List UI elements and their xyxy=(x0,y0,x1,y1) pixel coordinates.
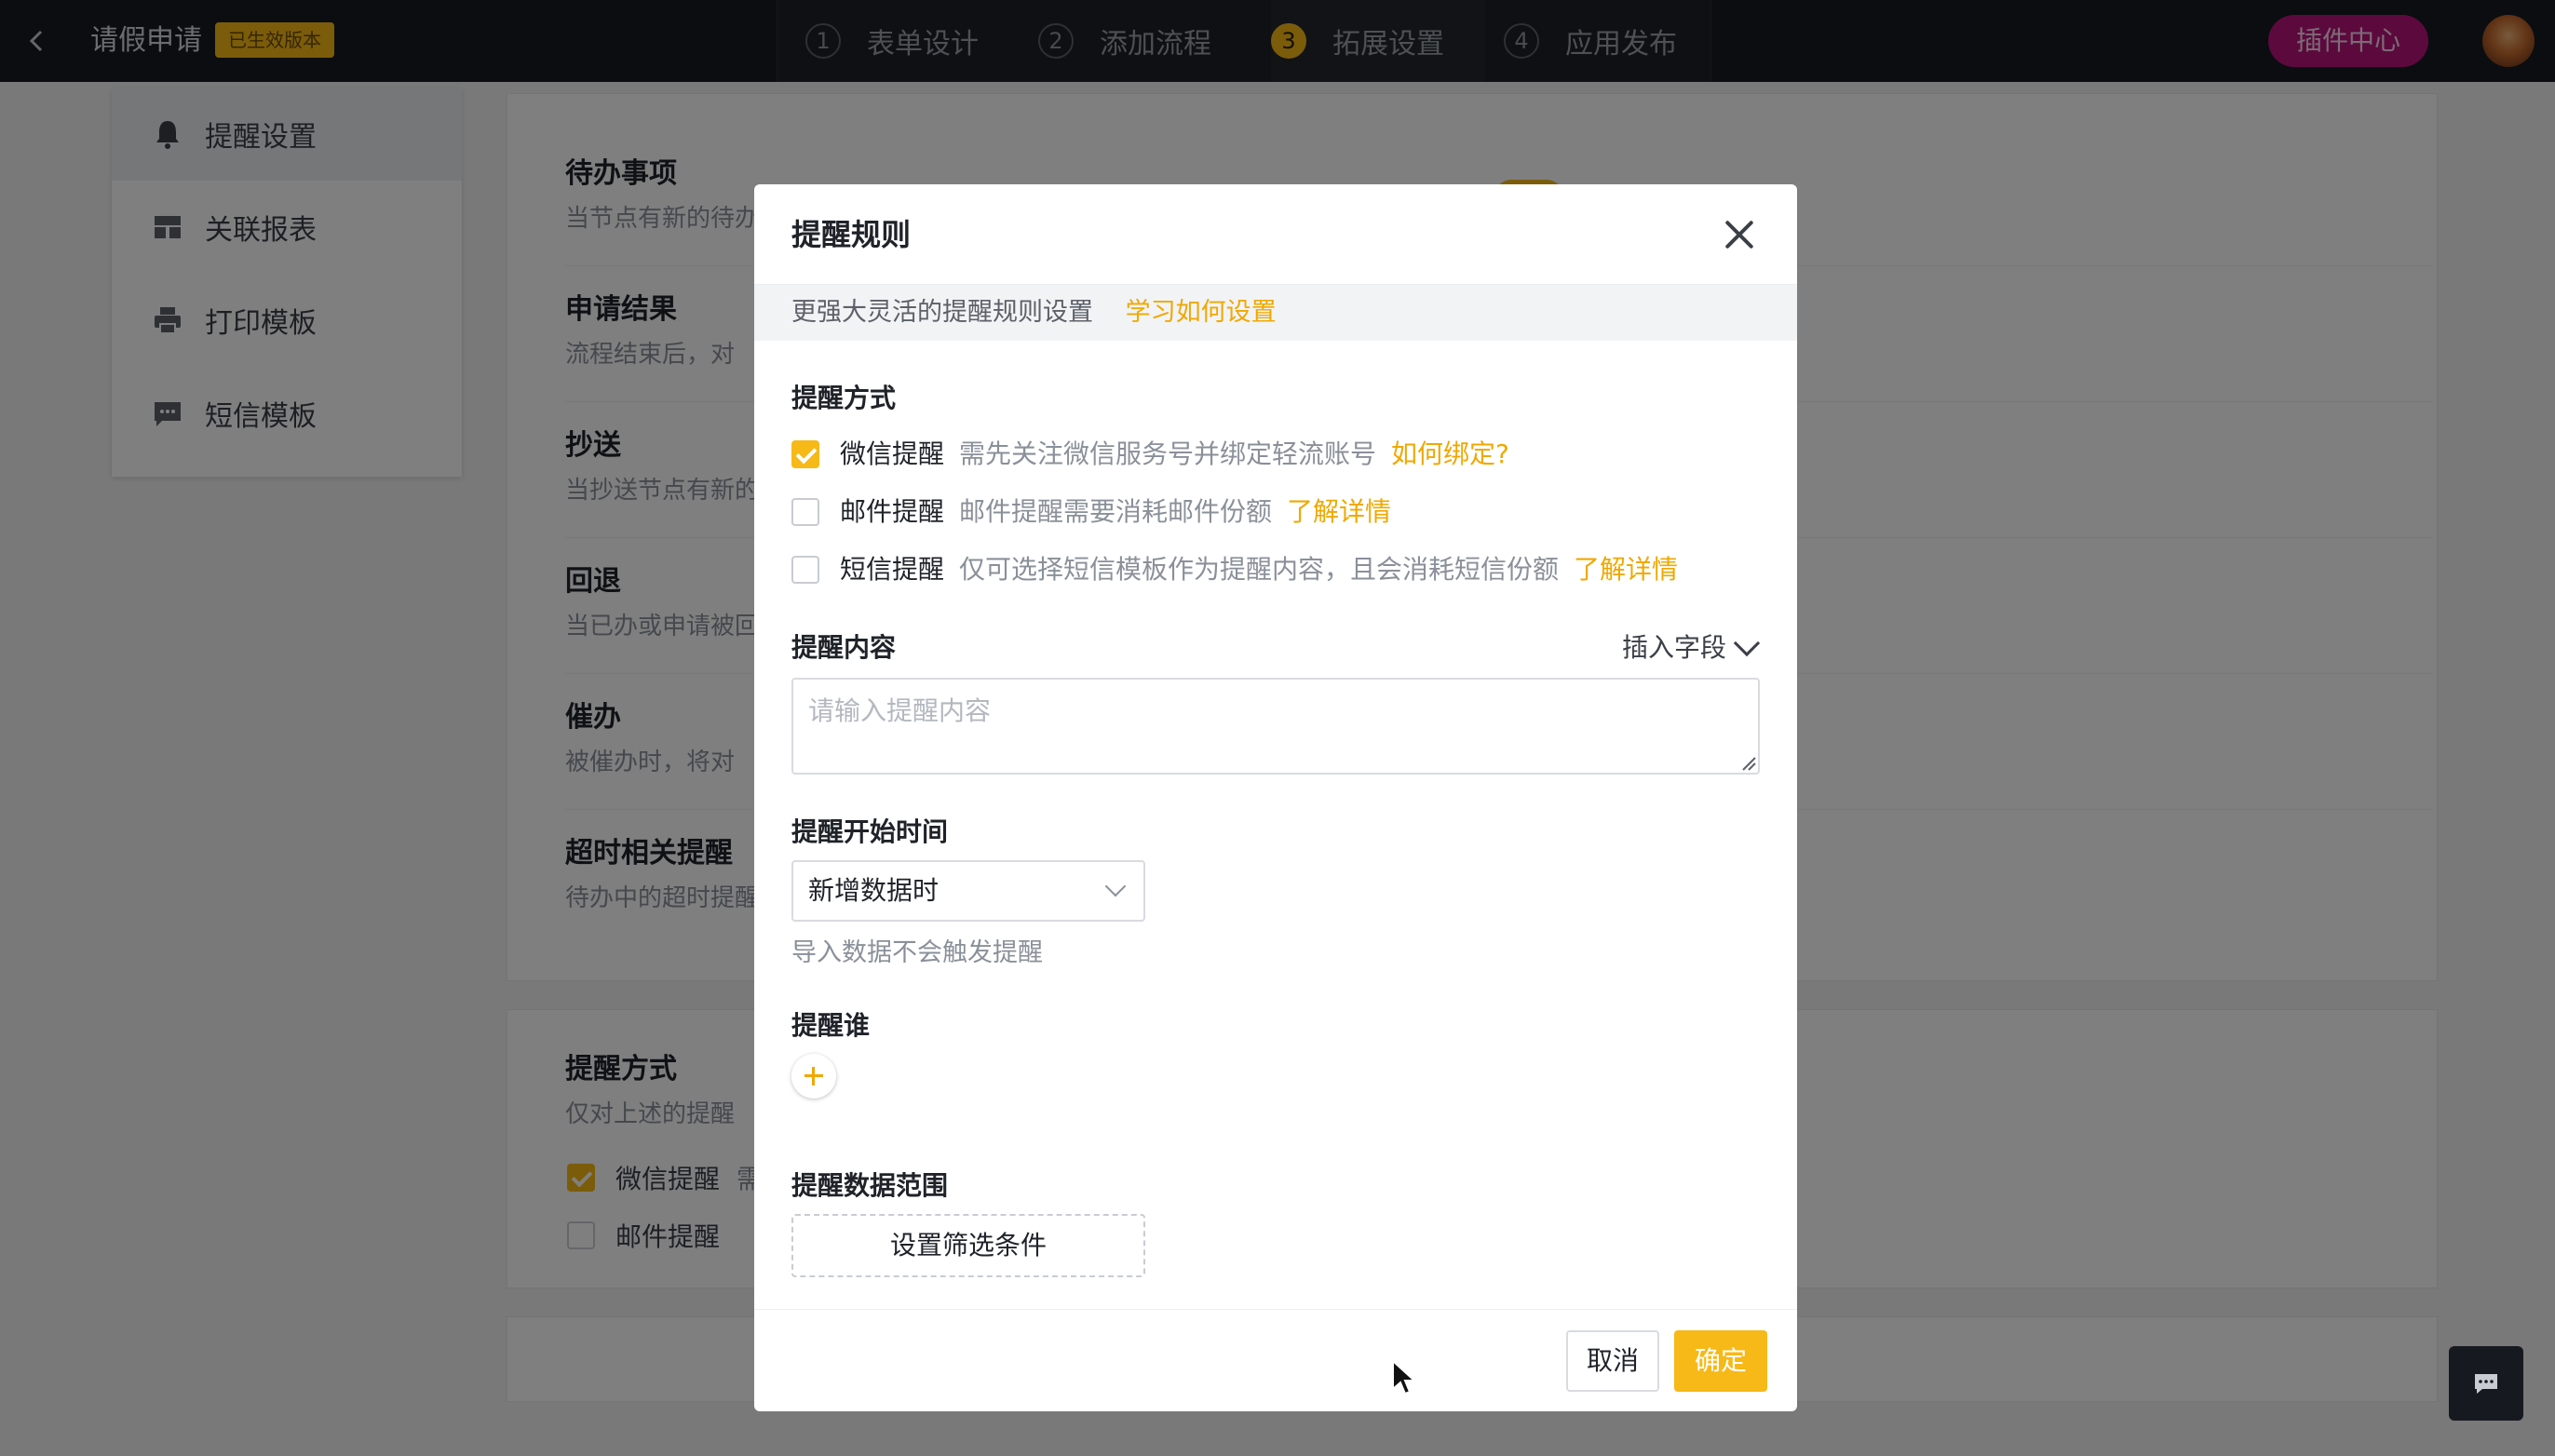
range-label: 提醒数据范围 xyxy=(791,1170,949,1201)
wechat-option[interactable]: 微信提醒 需先关注微信服务号并绑定轻流账号 如何绑定? xyxy=(791,436,1509,473)
chevron-down-icon xyxy=(1733,629,1761,657)
sms-checkbox[interactable] xyxy=(791,556,819,584)
option-name: 微信提醒 xyxy=(840,438,945,469)
sms-option[interactable]: 短信提醒 仅可选择短信模板作为提醒内容，且会消耗短信份额 了解详情 xyxy=(791,551,1678,588)
mouse-cursor-icon xyxy=(1392,1359,1417,1395)
reminder-content-input[interactable] xyxy=(791,678,1760,775)
option-link[interactable]: 了解详情 xyxy=(1287,493,1391,531)
start-time-label: 提醒开始时间 xyxy=(791,816,949,847)
dialog-title: 提醒规则 xyxy=(791,217,912,252)
chevron-down-icon xyxy=(1104,875,1127,897)
cancel-button[interactable]: 取消 xyxy=(1566,1330,1659,1392)
option-hint: 邮件提醒需要消耗邮件份额 xyxy=(959,496,1273,527)
banner-link[interactable]: 学习如何设置 xyxy=(1126,298,1277,327)
start-time-value: 新增数据时 xyxy=(808,875,940,906)
content-label: 提醒内容 xyxy=(791,632,897,663)
insert-field-label: 插入字段 xyxy=(1622,632,1727,663)
chat-button[interactable] xyxy=(2449,1346,2523,1421)
option-link[interactable]: 了解详情 xyxy=(1574,551,1678,588)
start-time-note: 导入数据不会触发提醒 xyxy=(791,938,1043,967)
resize-handle-icon[interactable] xyxy=(1741,756,1756,771)
dialog-footer: 取消 确定 xyxy=(754,1309,1797,1411)
add-recipient-button[interactable] xyxy=(791,1054,836,1099)
option-hint: 需先关注微信服务号并绑定轻流账号 xyxy=(959,438,1377,469)
chat-icon xyxy=(2475,1374,2497,1394)
option-link[interactable]: 如何绑定? xyxy=(1391,436,1509,473)
option-name: 短信提醒 xyxy=(840,554,945,585)
email-checkbox[interactable] xyxy=(791,498,819,526)
who-label: 提醒谁 xyxy=(791,1010,871,1041)
dialog-header: 提醒规则 xyxy=(754,184,1797,285)
start-time-select[interactable]: 新增数据时 xyxy=(791,860,1145,922)
banner-text: 更强大灵活的提醒规则设置 xyxy=(791,298,1093,327)
wechat-checkbox[interactable] xyxy=(791,440,819,468)
reminder-rule-dialog: 提醒规则 更强大灵活的提醒规则设置 学习如何设置 提醒方式 微信提醒 需先关注微… xyxy=(754,184,1797,1411)
close-icon[interactable] xyxy=(1723,218,1756,251)
insert-field-dropdown[interactable]: 插入字段 xyxy=(1622,629,1761,667)
option-hint: 仅可选择短信模板作为提醒内容，且会消耗短信份额 xyxy=(959,554,1560,585)
method-label: 提醒方式 xyxy=(791,383,897,413)
confirm-button[interactable]: 确定 xyxy=(1674,1330,1767,1392)
email-option[interactable]: 邮件提醒 邮件提醒需要消耗邮件份额 了解详情 xyxy=(791,493,1391,531)
option-name: 邮件提醒 xyxy=(840,496,945,527)
dialog-banner: 更强大灵活的提醒规则设置 学习如何设置 xyxy=(754,285,1797,341)
set-filter-button[interactable]: 设置筛选条件 xyxy=(791,1214,1145,1277)
